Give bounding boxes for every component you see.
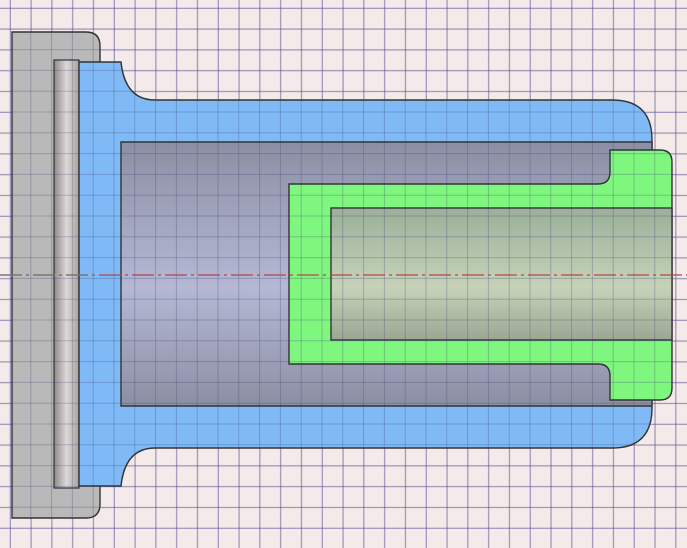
cad-viewport[interactable] [0,0,687,548]
cross-section-drawing [0,0,687,548]
